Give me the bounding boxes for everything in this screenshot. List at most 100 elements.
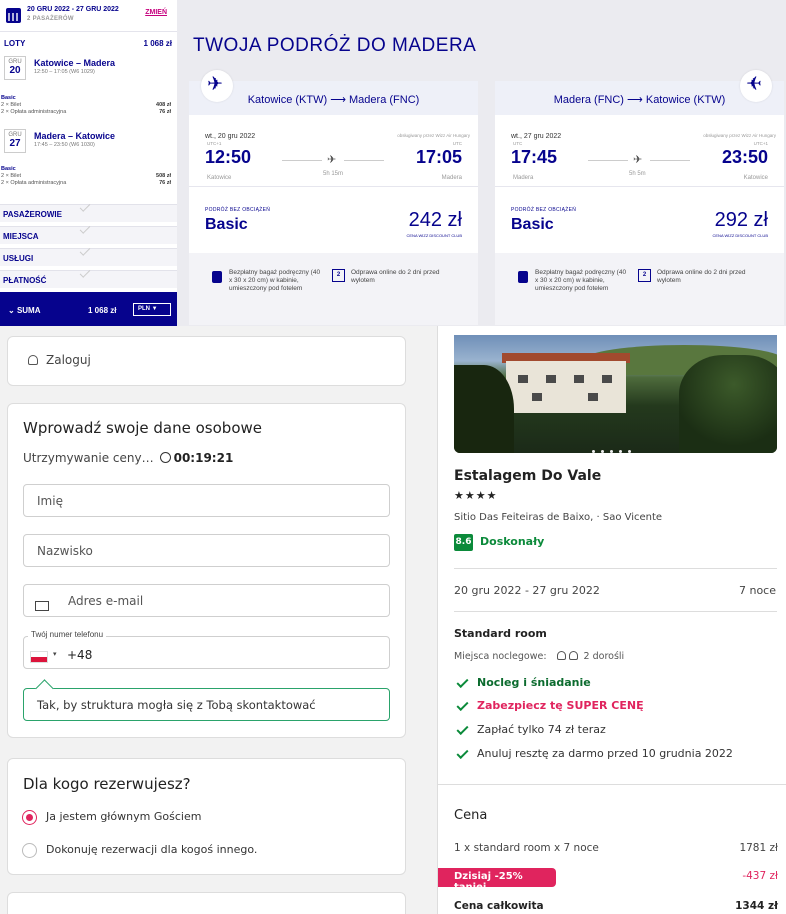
flight-duration: 5h 5m [629,171,646,177]
fare-price: 292 zł [714,209,768,231]
poland-flag-icon[interactable] [30,651,48,663]
check-icon [456,746,469,760]
fare-name: Basic [205,216,248,233]
trip-title: TWOJA PODRÓŻ DO MADERA [193,35,477,56]
carousel-dots[interactable] [592,438,637,453]
check-icon [456,722,469,736]
calendar-icon [6,8,21,23]
last-name-input[interactable] [23,534,390,567]
arrival-time: 17:05 [415,147,462,167]
radio-label[interactable]: Ja jestem głównym Gościem [46,810,201,823]
fare-price: 242 zł [408,209,462,231]
check-icon [456,675,469,689]
hotel-summary: Estalagem Do Vale ★★★★ Sitio Das Feiteir… [437,326,786,914]
operator-text: obsługiwany przez Wizz Air Hungary [397,133,470,138]
section-passengers[interactable]: PASAŻEROWIE [0,201,177,222]
flight-summary-area: 20 GRU 2022 - 27 GRU 2022 2 PASAŻERÓW ZM… [0,0,786,326]
departure-plane-icon: ✈ [201,70,233,102]
segment-calendar: GRU 27 [4,129,26,153]
booking-for-panel: Dla kogo rezerwujesz? Ja jestem głównym … [7,758,406,875]
hotel-name: Estalagem Do Vale [454,468,602,484]
sum-value: 1 068 zł [88,306,117,315]
booking-sidebar: 20 GRU 2022 - 27 GRU 2022 2 PASAŻERÓW ZM… [0,0,177,326]
date-range: 20 GRU 2022 - 27 GRU 2022 [27,6,119,13]
next-panel [7,892,406,914]
user-icon [28,355,38,365]
currency-select[interactable]: PLN ▼ [133,303,171,316]
sum-bar[interactable]: ⌄ SUMA 1 068 zł PLN ▼ [0,292,177,326]
fare-name: Basic [511,216,554,233]
discount-badge: Dzisiaj -25% taniej [438,868,556,893]
flight-duration: 5h 15m [323,171,344,177]
review-score: 8.6 [454,534,473,551]
price-line-label: 1 x standard room x 7 noce [454,842,599,854]
room-type: Standard room [454,627,547,640]
segment-calendar: GRU 20 [4,56,26,80]
feature-breakfast: Nocleg i śniadanie [477,676,591,689]
operator-text: obsługiwany przez Wizz Air Hungary [703,133,776,138]
first-name-input[interactable] [23,484,390,517]
sidebar-dates: 20 GRU 2022 - 27 GRU 2022 2 PASAŻERÓW ZM… [0,0,177,32]
fare-lines-return: Basic 2 × Bilet 508 zł 2 × Opłata adminis… [1,166,171,186]
chevron-down-icon[interactable]: ▾ [53,650,57,658]
personal-data-panel: Wprowadź swoje dane osobowe Utrzymywanie… [7,403,406,738]
beds-info: Miejsca noclegowe: 2 dorośli [454,651,625,662]
feature-free-cancel: Anuluj resztę za darmo przed 10 grudnia … [477,747,733,760]
check-icon [456,698,469,712]
total-label: Cena całkowita [454,900,544,912]
arrival-time: 23:50 [721,147,768,167]
phone-prefix: +48 [67,648,93,662]
feature-super-price: Zabezpiecz tę SUPER CENĘ [477,699,644,712]
form-title: Wprowadź swoje dane osobowe [23,419,262,437]
chevron-down-icon [79,201,91,212]
segment-times: 12:50 – 17:05 (W6 1029) [34,69,95,75]
radio-main-guest[interactable] [22,810,37,825]
segment-times: 17:45 – 23:50 (W6 1030) [34,142,95,148]
chevron-down-icon [79,223,91,234]
phone-tooltip: Tak, by struktura mogła się z Tobą skont… [23,688,390,721]
fare-lines-outbound: Basic 2 × Bilet 408 zł 2 × Opłata adminis… [1,95,171,115]
review-label: Doskonały [480,535,545,548]
change-link[interactable]: ZMIEŃ [145,9,167,16]
price-line-value: 1781 zł [739,842,778,854]
hotel-stars: ★★★★ [454,489,498,502]
departure-time: 17:45 [511,147,558,167]
calendar-icon: 2 [332,269,345,282]
sum-label: ⌄ SUMA [8,306,41,315]
email-input[interactable] [23,584,390,617]
card-footer: Bezpłatny bagaż podręczny (40 x 30 x 20 … [189,253,478,325]
login-panel[interactable]: Zaloguj [7,336,406,386]
person-icon [568,651,578,660]
flights-section: LOTY 1 068 zł [4,39,172,48]
airplane-icon: ✈ [327,154,337,166]
login-button[interactable]: Zaloguj [28,353,91,367]
passenger-count: 2 PASAŻERÓW [27,16,74,22]
person-icon [556,651,566,660]
airplane-icon: ✈ [633,154,643,166]
segment-route: Katowice – Madera [34,58,116,68]
section-seats[interactable]: MIEJSCA [0,223,177,244]
flights-total: 1 068 zł [143,39,172,48]
discount-value: -437 zł [742,870,778,882]
section-services[interactable]: USŁUGI [0,245,177,266]
feature-pay-now: Zapłać tylko 74 zł teraz [477,723,606,736]
hold-timer: 00:19:21 [173,451,234,465]
radio-someone-else[interactable] [22,843,37,858]
stay-dates: 20 gru 2022 - 27 gru 2022 [454,584,600,597]
price-hold: Utrzymywanie ceny… 00:19:21 [23,451,234,465]
section-payment[interactable]: PŁATNOŚĆ [0,267,177,288]
phone-label: Twój numer telefonu [28,630,107,639]
segment-route: Madera – Katowice [34,131,116,141]
radio-label[interactable]: Dokonuję rezerwacji dla kogoś innego. [46,843,257,856]
hotel-photo[interactable] [454,335,777,453]
chevron-down-icon [79,267,91,278]
departure-time: 12:50 [205,147,252,167]
stay-nights: 7 noce [738,584,776,597]
flight-date: wt., 27 gru 2022 [511,133,562,140]
flight-date: wt., 20 gru 2022 [205,133,256,140]
hotel-address: Sitio Das Feiteiras de Baixo, · Sao Vice… [454,512,663,523]
flight-card-return: Madera (FNC) ⟶ Katowice (KTW) wt., 27 gr… [495,81,784,325]
booking-for-title: Dla kogo rezerwujesz? [23,775,191,793]
mail-icon [35,601,49,611]
card-footer: Bezpłatny bagaż podręczny (40 x 30 x 20 … [495,253,784,325]
